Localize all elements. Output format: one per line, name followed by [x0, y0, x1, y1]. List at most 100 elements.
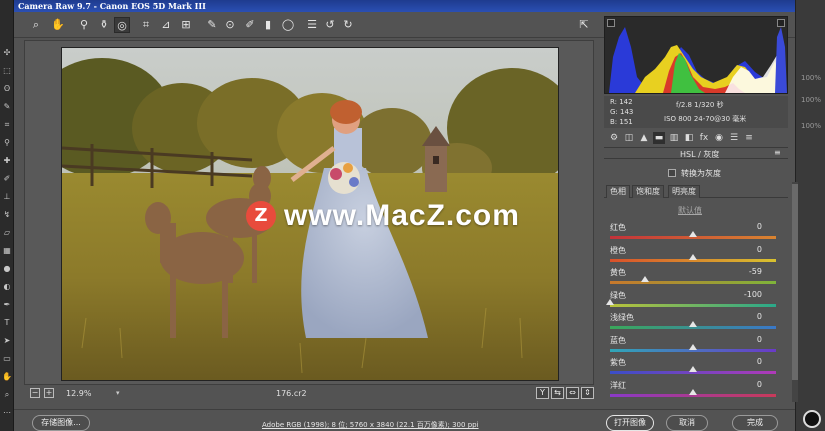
effects-tab-icon[interactable]: fx [698, 132, 710, 144]
rotate-left-icon[interactable]: ↺ [322, 17, 338, 33]
history-brush-icon[interactable]: ↯ [2, 210, 12, 220]
zoom-icon[interactable]: ⌕ [2, 390, 12, 400]
adjustment-brush-tool-icon[interactable]: ✐ [242, 17, 258, 33]
basic-tab-icon[interactable]: ⚙ [608, 132, 620, 144]
swap-before-after-button[interactable]: ⇆ [551, 387, 564, 399]
slider-knob[interactable] [606, 298, 614, 305]
fullscreen-icon[interactable]: ⇱ [576, 17, 592, 33]
camera-calibration-tab-icon[interactable]: ◉ [713, 132, 725, 144]
slider-track[interactable] [610, 303, 776, 307]
radial-filter-tool-icon[interactable]: ◯ [280, 17, 296, 33]
hand-icon[interactable]: ✋ [2, 372, 12, 382]
highlight-clipping-icon[interactable] [777, 19, 785, 27]
default-link[interactable]: 默认值 [678, 205, 702, 216]
slider-track[interactable] [610, 281, 776, 284]
bottom-bar: 存储图像... Adobe RGB (1998); 8 位; 5760 x 38… [14, 409, 795, 431]
blur-icon[interactable]: ● [2, 264, 12, 274]
scrollbar-thumb[interactable] [792, 184, 798, 380]
slider-row: 橙色 0 [610, 245, 786, 267]
subtab-saturation[interactable]: 饱和度 [632, 185, 664, 198]
slider-knob[interactable] [689, 343, 697, 350]
detail-tab-icon[interactable]: ▲ [638, 132, 650, 144]
brush-icon[interactable]: ✐ [2, 174, 12, 184]
shape-icon[interactable]: ▭ [2, 354, 12, 364]
view-toggle-button[interactable]: Y [536, 387, 549, 399]
tone-curve-tab-icon[interactable]: ◫ [623, 132, 635, 144]
slider-knob[interactable] [640, 276, 649, 282]
more-icon[interactable]: ⋯ [2, 408, 12, 418]
panel-menu-icon[interactable]: ≡ [774, 149, 784, 157]
targeted-adjustment-tool-icon[interactable]: ◎ [114, 17, 130, 33]
white-balance-tool-icon[interactable]: ⚲ [76, 17, 92, 33]
zoom-dropdown-icon[interactable]: ▾ [116, 389, 120, 397]
hand-tool-icon[interactable]: ✋ [50, 17, 66, 33]
search-icon[interactable] [803, 410, 821, 428]
spot-removal-tool-icon[interactable]: ✎ [204, 17, 220, 33]
cancel-button[interactable]: 取消 [666, 415, 708, 431]
presets-tab-icon[interactable]: ☰ [728, 132, 740, 144]
slider-knob[interactable] [689, 253, 697, 260]
slider-knob[interactable] [689, 388, 697, 395]
panel-tabs: ⚙ ◫ ▲ ▬ ▥ ◧ fx ◉ ☰ ≡ [604, 131, 788, 145]
straighten-tool-icon[interactable]: ⊿ [158, 17, 174, 33]
color-sampler-tool-icon[interactable]: ⚱ [96, 17, 112, 33]
crop-icon[interactable]: ⌗ [2, 120, 12, 130]
save-image-button[interactable]: 存储图像... [32, 415, 90, 431]
panel-title: HSL / 灰度 [680, 150, 720, 159]
slider-value[interactable]: 0 [757, 245, 762, 254]
lasso-icon[interactable]: ʘ [2, 84, 12, 94]
subtab-hue[interactable]: 色相 [606, 185, 630, 198]
slider-row: 洋红 0 [610, 380, 786, 402]
marquee-icon[interactable]: ⬚ [2, 66, 12, 76]
pen-icon[interactable]: ✒ [2, 300, 12, 310]
eyedropper-icon[interactable]: ⚲ [2, 138, 12, 148]
shadow-clipping-icon[interactable] [607, 19, 615, 27]
copy-settings-button[interactable]: ⇔ [566, 387, 579, 399]
open-image-button[interactable]: 打开图像 [606, 415, 654, 431]
slider-knob[interactable] [689, 231, 697, 237]
lens-tab-icon[interactable]: ◧ [683, 132, 695, 144]
type-icon[interactable]: T [2, 318, 12, 328]
graduated-filter-tool-icon[interactable]: ▮ [260, 17, 276, 33]
crop-tool-icon[interactable]: ⌗ [138, 17, 154, 33]
slider-knob[interactable] [689, 366, 697, 372]
convert-grayscale-checkbox[interactable]: 转换为灰度 [668, 168, 721, 179]
gradient-icon[interactable]: ▦ [2, 246, 12, 256]
slider-row: 红色 0 [610, 222, 786, 244]
workflow-options-link[interactable]: Adobe RGB (1998); 8 位; 5760 x 3840 (22.1… [262, 420, 479, 430]
zoom-out-button[interactable]: − [30, 388, 40, 398]
watermark: Z www.MacZ.com [246, 198, 520, 234]
snapshots-tab-icon[interactable]: ≡ [743, 132, 755, 144]
subtab-luminance[interactable]: 明亮度 [668, 185, 700, 198]
readout-g: G: 143 [610, 108, 634, 116]
hsl-tab-icon[interactable]: ▬ [653, 132, 665, 144]
healing-icon[interactable]: ✚ [2, 156, 12, 166]
slider-value[interactable]: 0 [757, 222, 762, 231]
slider-row: 紫色 0 [610, 357, 786, 379]
slider-value[interactable]: -100 [744, 290, 762, 299]
path-select-icon[interactable]: ➤ [2, 336, 12, 346]
slider-value[interactable]: -59 [749, 267, 762, 276]
panel-scrollbar[interactable] [792, 182, 798, 402]
slider-value[interactable]: 0 [757, 357, 762, 366]
slider-value[interactable]: 0 [757, 335, 762, 344]
preferences-icon[interactable]: ☰ [304, 17, 320, 33]
move-icon[interactable]: ✣ [2, 48, 12, 58]
slider-knob[interactable] [689, 321, 697, 327]
stamp-icon[interactable]: ⊥ [2, 192, 12, 202]
rotate-right-icon[interactable]: ↻ [340, 17, 356, 33]
split-toning-tab-icon[interactable]: ▥ [668, 132, 680, 144]
transform-tool-icon[interactable]: ⊞ [178, 17, 194, 33]
eraser-icon[interactable]: ▱ [2, 228, 12, 238]
toggle-settings-button[interactable]: ⇕ [581, 387, 594, 399]
red-eye-tool-icon[interactable]: ⊙ [222, 17, 238, 33]
dodge-icon[interactable]: ◐ [2, 282, 12, 292]
zoom-tool-icon[interactable]: ⌕ [28, 17, 44, 33]
slider-value[interactable]: 0 [757, 312, 762, 321]
zoom-level[interactable]: 12.9% [66, 389, 91, 398]
checkbox-icon[interactable] [668, 169, 676, 177]
slider-value[interactable]: 0 [757, 380, 762, 389]
done-button[interactable]: 完成 [732, 415, 778, 431]
zoom-in-button[interactable]: + [44, 388, 54, 398]
quick-select-icon[interactable]: ✎ [2, 102, 12, 112]
